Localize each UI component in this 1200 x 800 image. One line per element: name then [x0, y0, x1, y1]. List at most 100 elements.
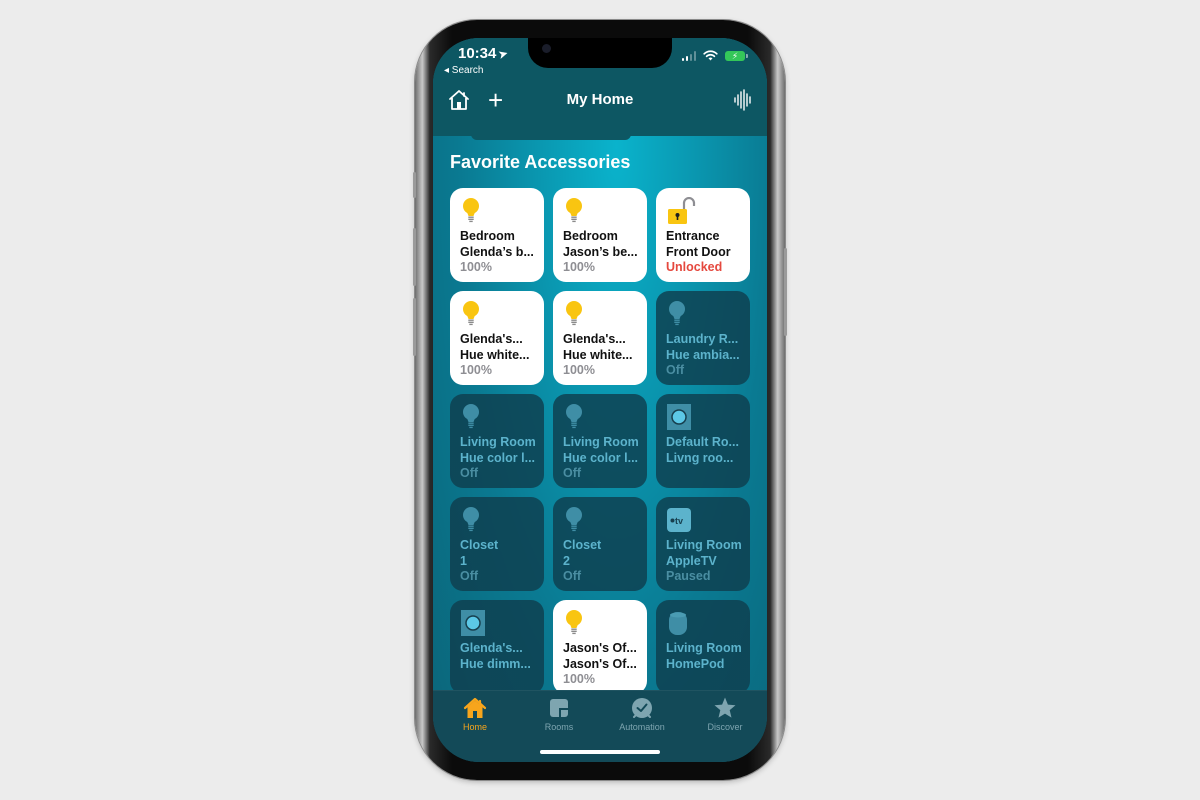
accessory-name: Jason’s be... — [563, 244, 638, 259]
accessory-tile[interactable]: Living Room HomePod — [656, 600, 750, 694]
accessory-room: Bedroom — [563, 229, 618, 243]
clock: 10:34 — [458, 45, 497, 62]
accessory-name: 2 — [563, 553, 570, 568]
accessory-tile[interactable]: Bedroom Jason’s be... 100% — [553, 188, 647, 282]
tab-label: Automation — [619, 722, 665, 732]
accessory-text: Closet 1 Off — [460, 538, 538, 585]
lightbulb-icon — [463, 404, 479, 429]
accessory-room: Entrance — [666, 229, 720, 243]
accessory-text: Living Room AppleTV Paused — [666, 538, 744, 585]
svg-text:tv: tv — [675, 516, 683, 526]
accessory-tile[interactable]: tv Living Room AppleTV Paused — [656, 497, 750, 591]
accessory-tile[interactable]: Laundry R... Hue ambia... Off — [656, 291, 750, 385]
accessory-room: Jason's Of... — [563, 641, 637, 655]
home-title: My Home — [566, 91, 634, 108]
accessory-name: Hue white... — [563, 347, 633, 362]
accessory-status: Off — [460, 569, 479, 583]
lightbulb-icon — [463, 198, 479, 223]
accessory-tile[interactable]: Glenda's... Hue white... 100% — [553, 291, 647, 385]
lightbulb-icon — [463, 301, 479, 326]
lightbulb-icon — [566, 301, 582, 326]
accessory-name: Hue dimm... — [460, 656, 531, 671]
accessory-tile[interactable]: Glenda's... Hue white... 100% — [450, 291, 544, 385]
accessory-room: Glenda's... — [460, 641, 523, 655]
tab-discover[interactable]: Discover — [683, 696, 767, 732]
accessory-status: Off — [460, 466, 479, 480]
accessory-text: Glenda's... Hue white... 100% — [460, 332, 538, 379]
accessory-text: Jason's Of... Jason's Of... 100% — [563, 641, 641, 688]
accessory-text: Laundry R... Hue ambia... Off — [666, 332, 744, 379]
section-title: Favorite Accessories — [450, 152, 631, 172]
lock-open-icon — [668, 197, 696, 224]
accessory-room: Living Room — [666, 641, 742, 655]
tab-home[interactable]: Home — [433, 696, 517, 732]
accessory-name: 1 — [460, 553, 467, 568]
battery-charging-icon: ⚡ — [725, 50, 748, 61]
accessory-status: Paused — [666, 569, 711, 583]
wifi-icon — [703, 50, 718, 61]
lightbulb-icon — [566, 198, 582, 223]
accessory-name: Hue ambia... — [666, 347, 740, 362]
lightbulb-icon — [463, 507, 479, 532]
accessory-room: Glenda's... — [563, 332, 626, 346]
accessory-tile[interactable]: Glenda's... Hue dimm... — [450, 600, 544, 694]
accessory-name: Hue white... — [460, 347, 530, 362]
accessory-name: Glenda’s b... — [460, 244, 534, 259]
tab-label: Home — [462, 722, 487, 732]
phone-frame: 10:34➤ ◂ Search ⚡ + My Home Favorite Acc… — [413, 20, 787, 780]
back-to-search-link[interactable]: ◂ Search — [444, 65, 483, 76]
accessory-status: 100% — [563, 363, 595, 377]
tab-bar: Home Rooms Automation Discover — [433, 690, 767, 762]
accessory-status: Off — [563, 569, 582, 583]
accessory-status: Off — [563, 466, 582, 480]
accessory-text: Living Room Hue color l... Off — [563, 435, 641, 482]
volume-down-button — [413, 298, 416, 356]
accessory-tile[interactable]: Bedroom Glenda’s b... 100% — [450, 188, 544, 282]
lightbulb-icon — [566, 404, 582, 429]
accessory-name: Hue color l... — [563, 450, 639, 465]
lightbulb-icon — [566, 610, 582, 635]
accessory-room: Living Room — [666, 538, 742, 552]
star-icon — [714, 697, 736, 718]
home-indicator[interactable] — [540, 750, 660, 754]
accessory-room: Default Ro... — [666, 435, 739, 449]
accessory-tile[interactable]: Jason's Of... Jason's Of... 100% — [553, 600, 647, 694]
accessory-text: Glenda's... Hue dimm... — [460, 641, 538, 672]
lightbulb-icon — [669, 301, 685, 326]
accessory-room: Laundry R... — [666, 332, 739, 346]
accessory-text: Bedroom Glenda’s b... 100% — [460, 229, 538, 276]
accessory-tile[interactable]: Living Room Hue color l... Off — [450, 394, 544, 488]
accessory-room: Bedroom — [460, 229, 515, 243]
accessory-tile[interactable]: Closet 2 Off — [553, 497, 647, 591]
accessory-text: Bedroom Jason’s be... 100% — [563, 229, 641, 276]
appletv-icon: tv — [667, 508, 691, 532]
accessory-tile[interactable]: Living Room Hue color l... Off — [553, 394, 647, 488]
tab-rooms[interactable]: Rooms — [517, 696, 601, 732]
accessory-text: Glenda's... Hue white... 100% — [563, 332, 641, 379]
accessory-room: Closet — [460, 538, 499, 552]
accessory-room: Living Room — [460, 435, 536, 449]
tab-label: Discover — [707, 722, 743, 732]
waveform-icon[interactable] — [733, 89, 753, 111]
accessory-name: Front Door — [666, 244, 731, 259]
accessory-tile[interactable]: Default Ro... Livng roo... — [656, 394, 750, 488]
accessory-room: Glenda's... — [460, 332, 523, 346]
homepod-icon — [669, 612, 687, 635]
accessory-tile[interactable]: Entrance Front Door Unlocked — [656, 188, 750, 282]
accessory-status: Unlocked — [666, 260, 723, 274]
accessory-status: 100% — [460, 260, 492, 274]
notch — [528, 38, 672, 68]
location-arrow-icon: ➤ — [496, 45, 511, 63]
home-icon — [463, 697, 487, 718]
accessory-status: Off — [666, 363, 685, 377]
accessory-tile[interactable]: Closet 1 Off — [450, 497, 544, 591]
tab-automation[interactable]: Automation — [600, 696, 684, 732]
lightbulb-icon — [566, 507, 582, 532]
power-button — [784, 248, 787, 336]
status-indicators: ⚡ — [681, 50, 748, 61]
mute-switch — [413, 172, 416, 198]
accessory-name: Livng roo... — [666, 450, 734, 465]
front-camera — [542, 44, 551, 53]
accessory-name: AppleTV — [666, 553, 717, 568]
status-time: 10:34➤ — [458, 45, 511, 63]
